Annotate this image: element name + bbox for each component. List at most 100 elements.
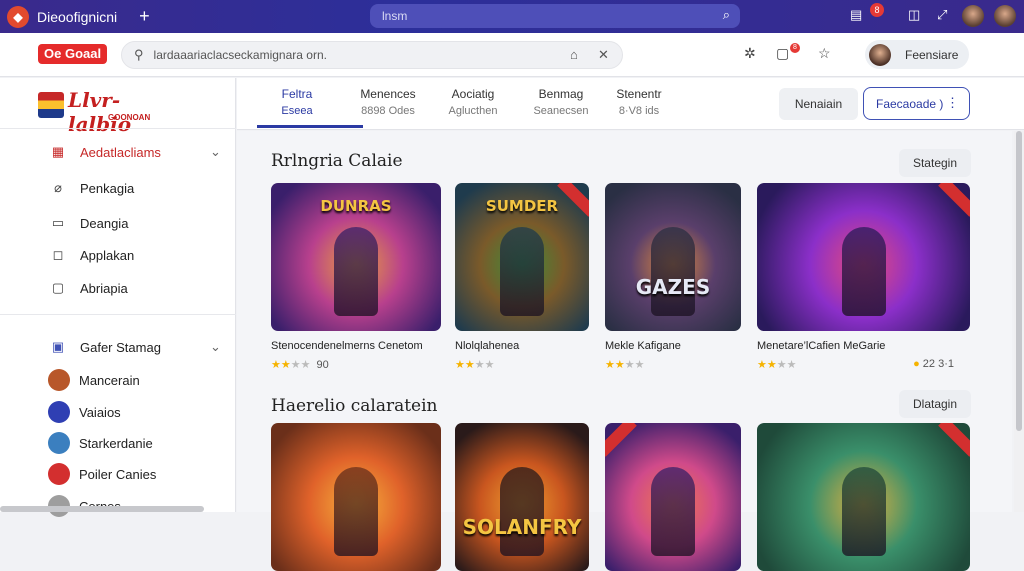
coin-icon: ● [913, 358, 923, 370]
tab-aociatig[interactable]: Aociatig Aglucthen [443, 86, 503, 120]
game-title[interactable]: Menetare’lCafien MeGarie [757, 340, 885, 352]
tab-stenentr[interactable]: Stenentr 8·V8 ids [613, 86, 665, 120]
sidebar-item-abriapia[interactable]: ▢ Abriapia [50, 280, 128, 296]
search-input[interactable]: ⚲ lardaaariaclacseckamignara orn. ⌂ ✕ [121, 41, 623, 69]
game-thumbnail[interactable] [605, 423, 741, 571]
game-icon [48, 432, 70, 454]
new-tab-button[interactable]: + [139, 6, 150, 27]
sidebar-item-label: Aedatlacliams [80, 144, 161, 160]
star-icon: ★ [484, 359, 495, 371]
sidebar-games-header[interactable]: ▣ Gafer Stamag [50, 339, 161, 355]
vertical-scrollbar[interactable] [1014, 131, 1024, 512]
tab-menences[interactable]: Menences 8898 Odes [355, 86, 421, 120]
game-title[interactable]: Mekle Kafigane [605, 340, 681, 352]
sidebar-game-poiler-canies[interactable]: Poiler Canies [48, 463, 156, 485]
star-icon: ★ [776, 359, 787, 371]
new-ribbon [938, 183, 970, 217]
rating-value: 90 [316, 359, 329, 371]
sidebar-games-header-label: Gafer Stamag [80, 339, 161, 355]
hero-figure [500, 227, 544, 317]
tab-sublabel: 8·V8 ids [618, 105, 660, 117]
sidebar-item-aedatlacliams[interactable]: ▦ Aedatlacliams [50, 144, 161, 160]
chevron-down-icon[interactable]: ⌄ [210, 144, 221, 160]
scrollbar-thumb[interactable] [1016, 131, 1022, 431]
horizontal-scrollbar[interactable] [0, 506, 204, 512]
sidebar-item-label: Deangia [80, 215, 129, 231]
grid-icon: ▦ [51, 144, 65, 159]
divider [0, 314, 236, 315]
section-see-all-button[interactable]: Dlatagin [899, 390, 971, 418]
sidebar-item-label: Mancerain [79, 372, 140, 388]
settings-icon[interactable]: ✲ [744, 45, 756, 62]
sidebar-item-penkagia[interactable]: ⌀ Penkagia [50, 180, 134, 196]
sidebar-item-deangia[interactable]: ▭ Deangia [50, 215, 129, 231]
clear-icon[interactable]: ✕ [598, 47, 609, 63]
window-restore-icon[interactable]: ◫ [908, 7, 920, 23]
app-logo-icon: ◆ [7, 5, 29, 28]
chevron-down-icon[interactable]: ⌄ [210, 339, 221, 355]
game-thumbnail[interactable] [757, 183, 970, 331]
contact-avatar[interactable] [962, 5, 984, 27]
shield-icon: ◻ [52, 247, 64, 262]
folder-icon: ▭ [51, 215, 65, 230]
favorites-icon[interactable]: ☆ [818, 45, 831, 62]
window-tab-title[interactable]: Dieoofignicni [37, 9, 117, 25]
section-see-all-button[interactable]: Stategin [899, 149, 971, 177]
star-icon: ★ [271, 359, 281, 371]
plain-action-button[interactable]: Nenaiain [779, 88, 858, 120]
star-icon: ★ [605, 359, 615, 371]
star-icon: ★ [624, 359, 635, 371]
profile-button[interactable]: Feensiare [865, 40, 969, 69]
star-icon: ★ [290, 359, 301, 371]
tab-label: Aociatig [451, 87, 495, 101]
game-title[interactable]: Nlolqlahenea [455, 340, 519, 352]
home-icon[interactable]: ⌂ [570, 47, 578, 62]
notification-icon[interactable]: ▤ [850, 7, 862, 23]
rating-value: ● 22 3·1 [913, 358, 954, 370]
star-icon: ★ [474, 359, 485, 371]
sidebar: Llvr-lalbio GOONOAN ▦ Aedatlacliams ⌄ ⌀ … [0, 78, 236, 517]
thumbnail-title-art: DUNRAS [320, 197, 392, 215]
sidebar-item-label: Starkerdanie [79, 435, 153, 451]
tab-feltra[interactable]: Feltra Eseea [277, 86, 317, 120]
game-rating: ★★★★ [455, 358, 589, 371]
brand-logo[interactable]: Llvr-lalbio GOONOAN [38, 88, 168, 136]
game-thumbnail[interactable]: SOLANFRY [455, 423, 589, 571]
sidebar-item-applakan[interactable]: ◻ Applakan [50, 247, 135, 263]
star-icon: ★ [634, 359, 645, 371]
window-titlebar: ◆ Dieoofignicni + lnsm ⌕ ▤ 8 ◫ ⤢ [0, 0, 1024, 33]
main-content: Rrlngria Calaie Stategin DUNRAS Stenocend… [237, 131, 1012, 571]
hero-figure [651, 227, 695, 317]
game-rating: ★★★★ ● 22 3·1 [757, 358, 970, 371]
user-avatar[interactable] [994, 5, 1016, 27]
outline-action-button[interactable]: Faecaoade ) ⋮ [863, 87, 970, 120]
game-thumbnail[interactable]: SUMDER [455, 183, 589, 331]
tab-label: Menences [360, 87, 416, 101]
tab-benmag[interactable]: Benmag Seanecsen [533, 86, 589, 120]
more-options-icon[interactable]: ⋮ [946, 95, 959, 111]
game-title[interactable]: Stenocendenelmerns Cenetom [271, 340, 423, 352]
game-thumbnail[interactable]: GAZES [605, 183, 741, 331]
site-logo[interactable]: Oe Goaal [38, 44, 108, 64]
bookmark-icon: ▢ [51, 280, 65, 295]
game-thumbnail[interactable] [757, 423, 970, 571]
messages-icon[interactable]: ▢ [776, 45, 789, 62]
star-icon: ★ [280, 359, 291, 371]
search-icon: ⚲ [134, 47, 144, 62]
window-expand-icon[interactable]: ⤢ [937, 7, 947, 23]
game-thumbnail[interactable]: DUNRAS [271, 183, 441, 331]
sidebar-game-vaiaios[interactable]: Vaiaios [48, 401, 121, 423]
sidebar-game-starkerdanie[interactable]: Starkerdanie [48, 432, 153, 454]
tab-sublabel: 8898 Odes [361, 105, 415, 117]
sidebar-game-mancerain[interactable]: Mancerain [48, 369, 140, 391]
tab-label: Feltra [281, 87, 313, 101]
search-icon[interactable]: ⌕ [723, 7, 730, 23]
star-icon: ★ [766, 359, 777, 371]
notification-badge: 8 [870, 3, 884, 17]
address-text: lnsm [382, 9, 408, 23]
sidebar-item-label: Penkagia [80, 180, 135, 196]
game-thumbnail[interactable] [271, 423, 441, 571]
address-bar[interactable]: lnsm ⌕ [370, 4, 740, 28]
thumbnail-title-art: GAZES [635, 274, 711, 299]
sidebar-item-label: Poiler Canies [79, 466, 157, 482]
